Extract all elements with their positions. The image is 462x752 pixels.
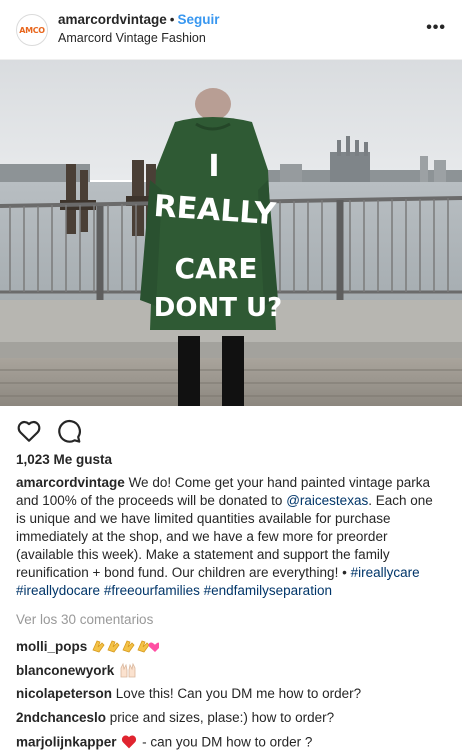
jacket-text-line-4: DONT U?	[154, 293, 282, 323]
post-caption: amarcordvintage We do! Come get your han…	[16, 474, 446, 600]
comment-username[interactable]: molli_pops	[16, 639, 87, 654]
hashtag-link[interactable]: #freeourfamilies	[104, 583, 200, 598]
comment-username[interactable]: nicolapeterson	[16, 686, 112, 701]
post-header: AMCO amarcordvintage • Seguir Amarcord Vin…	[0, 0, 462, 60]
comment-item: nicolapeterson Love this! Can you DM me …	[16, 686, 361, 701]
jacket-text-line-3: CARE	[175, 252, 258, 285]
likes-count[interactable]: 1,023 Me gusta	[16, 452, 112, 467]
heart-outline-icon[interactable]	[16, 418, 42, 444]
comment-item: 2ndchanceslo price and sizes, plase:) ho…	[16, 710, 334, 725]
comment-text: - can you DM how to order ?	[142, 734, 313, 750]
photo-illustration: I REALLY CARE DONT U?	[0, 60, 462, 406]
header-subtitle[interactable]: Amarcord Vintage Fashion	[58, 31, 206, 45]
hashtag-link[interactable]: #endfamilyseparation	[204, 583, 332, 598]
jacket-text-line-1: I	[208, 149, 219, 184]
clapping-hands-emoji	[91, 638, 160, 657]
hashtag-link[interactable]: #ireallydocare	[16, 583, 100, 598]
header-title-line: amarcordvintage • Seguir	[58, 12, 220, 27]
comment-text: Love this! Can you DM me how to order?	[115, 686, 362, 701]
comment-bubble-icon[interactable]	[56, 418, 82, 444]
view-all-comments-link[interactable]: Ver los 30 comentarios	[16, 612, 153, 627]
action-bar	[0, 414, 462, 446]
comment-username[interactable]: 2ndchanceslo	[16, 710, 106, 725]
header-separator: •	[169, 12, 175, 27]
comment-text: price and sizes, plase:) how to order?	[109, 710, 335, 725]
post-photo[interactable]: I REALLY CARE DONT U?	[0, 60, 462, 406]
follow-button[interactable]: Seguir	[178, 12, 220, 27]
comment-item: marjolijnkapper - can you DM how to orde…	[16, 734, 312, 752]
caption-username[interactable]: amarcordvintage	[16, 475, 125, 490]
comment-username[interactable]: blanconewyork	[16, 663, 114, 678]
avatar-logo-text: AMCO	[19, 25, 45, 35]
comment-username[interactable]: marjolijnkapper	[16, 735, 117, 750]
raised-hands-emoji	[118, 662, 138, 681]
comment-item: blanconewyork	[16, 662, 138, 681]
comment-item: molli_pops	[16, 638, 160, 657]
more-options-icon[interactable]: •••	[426, 19, 446, 37]
red-heart-emoji	[120, 734, 138, 752]
hashtag-link[interactable]: #ireallycare	[351, 565, 420, 580]
header-username-link[interactable]: amarcordvintage	[58, 12, 167, 27]
profile-avatar[interactable]: AMCO	[16, 14, 48, 46]
caption-mention-link[interactable]: @raicestexas	[286, 493, 368, 508]
